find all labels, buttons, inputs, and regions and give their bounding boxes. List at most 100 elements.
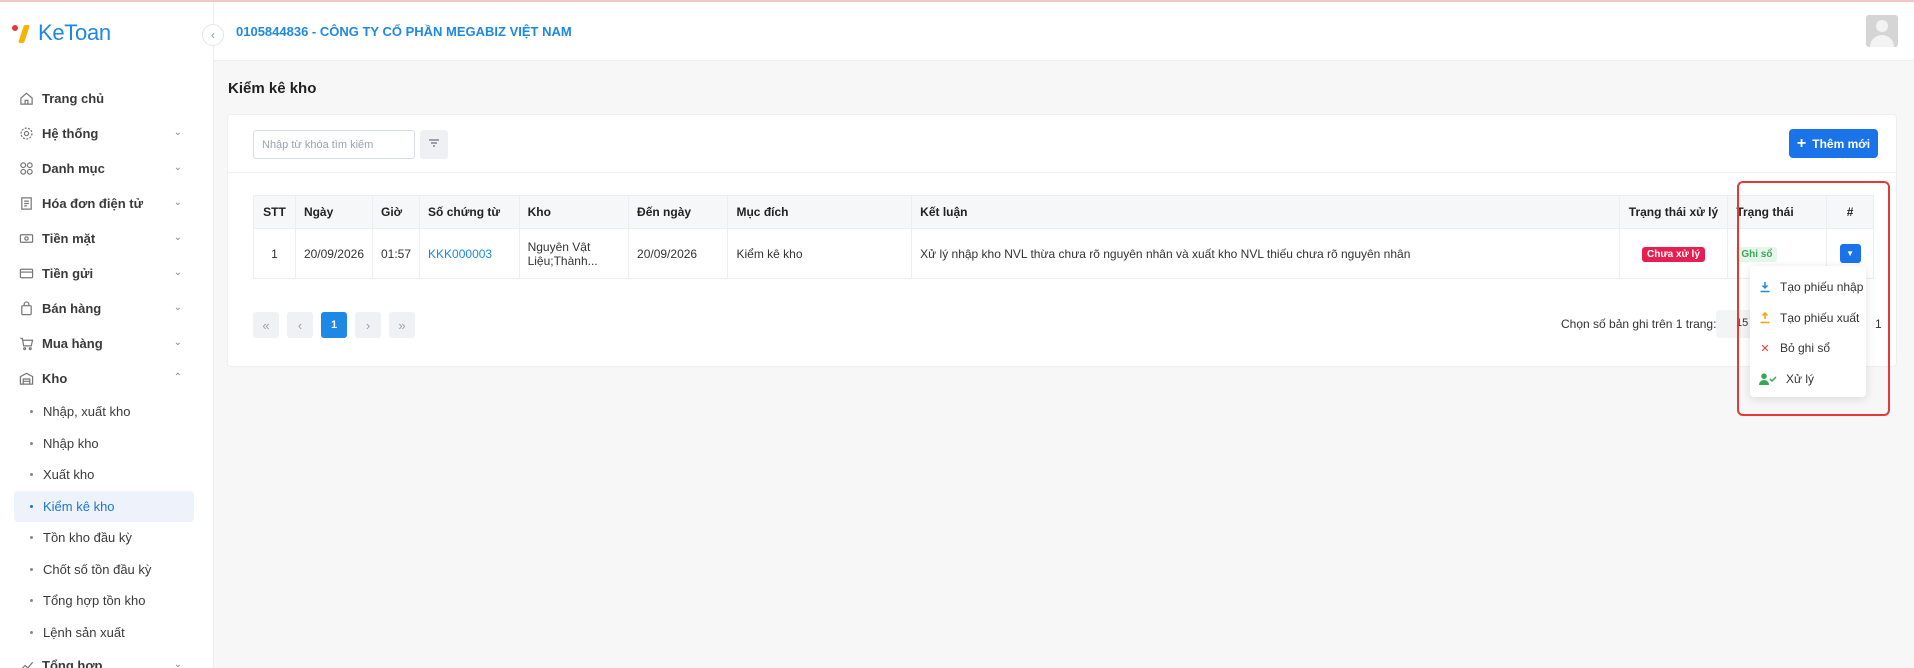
sidebar-subitem-label: Lệnh sản xuất: [43, 624, 125, 640]
col-header-gio[interactable]: Giờ: [371, 195, 421, 229]
status-badge-unprocessed: Chưa xử lý: [1642, 246, 1705, 262]
cell-trang-thai-xu-ly: Chưa xử lý: [1618, 228, 1729, 279]
sidebar-subitem-label: Tổng hợp tồn kho: [43, 593, 146, 609]
document-number-link[interactable]: KKK000003: [428, 247, 492, 261]
sidebar-item-trang-chu[interactable]: Trang chủ: [0, 81, 214, 116]
sidebar-item-tien-gui[interactable]: Tiền gửi ⌄: [0, 256, 214, 291]
first-page-button[interactable]: «: [253, 312, 279, 338]
sidebar-subitem-label: Tồn kho đầu kỳ: [43, 530, 132, 546]
user-check-icon: [1758, 372, 1778, 386]
per-page-label: Chọn số bản ghi trên 1 trang:: [1561, 317, 1717, 331]
chevron-left-icon: ‹: [297, 317, 303, 333]
sidebar-item-label: Danh mục: [42, 161, 105, 176]
col-header-trang-thai[interactable]: Trạng thái: [1727, 195, 1828, 229]
menu-item-tao-phieu-xuat[interactable]: Tạo phiếu xuất: [1750, 303, 1866, 334]
sidebar-subitem-label: Nhập kho: [43, 435, 99, 451]
table-header-row: STT Ngày Giờ Số chứng từ Kho Đến ngày Mụ…: [253, 195, 1874, 229]
chevron-down-icon: ⌄: [173, 337, 182, 348]
col-header-den-ngay[interactable]: Đến ngày: [628, 195, 729, 229]
sidebar-item-hoa-don[interactable]: Hóa đơn điện tử ⌄: [0, 186, 214, 221]
gear-icon: [18, 126, 34, 142]
search-input[interactable]: [253, 130, 415, 159]
next-page-button[interactable]: ›: [355, 312, 381, 338]
sidebar-item-kho[interactable]: Kho ⌃: [0, 361, 214, 396]
sidebar-item-label: Tiền mặt: [42, 231, 96, 246]
filter-button[interactable]: [420, 130, 448, 159]
upload-icon: [1758, 311, 1772, 325]
company-name[interactable]: 0105844836 - CÔNG TY CỔ PHẦN MEGABIZ VIỆ…: [236, 24, 572, 39]
sidebar-item-label: Tiền gửi: [42, 266, 94, 281]
sidebar-item-tien-mat[interactable]: Tiền mặt ⌄: [0, 221, 214, 256]
menu-item-bo-ghi-so[interactable]: ✕ Bỏ ghi sổ: [1750, 333, 1866, 364]
col-header-muc-dich[interactable]: Mục đích: [727, 195, 913, 229]
cell-muc-dich: Kiểm kê kho: [727, 228, 913, 279]
cell-stt: 1: [253, 228, 296, 279]
sidebar-subitem-nhap-kho[interactable]: Nhập kho: [0, 428, 214, 460]
cash-icon: [18, 231, 34, 247]
menu-item-xu-ly[interactable]: Xử lý: [1750, 364, 1866, 395]
logo-text: KeToan: [38, 20, 111, 45]
sidebar-nav: Trang chủ Hệ thống ⌄ Danh mục ⌄ Hóa đơn …: [0, 81, 214, 668]
sidebar-item-label: Tổng hợp: [42, 658, 103, 668]
chevron-down-icon: ⌄: [173, 659, 182, 668]
sidebar-subitem-label: Xuất kho: [43, 467, 95, 483]
sidebar-item-mua-hang[interactable]: Mua hàng ⌄: [0, 326, 214, 361]
col-header-ket-luan[interactable]: Kết luận: [911, 195, 1620, 229]
sidebar-collapse-button[interactable]: ‹: [202, 24, 224, 46]
inventory-check-table: STT Ngày Giờ Số chứng từ Kho Đến ngày Mụ…: [253, 195, 1874, 279]
sidebar-subitem-lenh-san-xuat[interactable]: Lệnh sản xuất: [0, 617, 214, 649]
sidebar-item-ban-hang[interactable]: Bán hàng ⌄: [0, 291, 214, 326]
double-chevron-left-icon: «: [262, 317, 270, 333]
sidebar-subitem-ton-kho-dau-ky[interactable]: Tồn kho đầu kỳ: [0, 522, 214, 554]
sidebar-subitem-chot-so-ton[interactable]: Chốt số tồn đầu kỳ: [0, 554, 214, 586]
grid-icon: [18, 161, 34, 177]
menu-item-label: Xử lý: [1786, 371, 1815, 386]
sidebar-subitem-tong-hop-ton-kho[interactable]: Tổng hợp tồn kho: [0, 585, 214, 617]
cell-gio: 01:57: [371, 228, 421, 279]
cell-kho-line2: Liệu;Thành...: [527, 253, 598, 268]
last-page-button[interactable]: »: [389, 312, 415, 338]
download-icon: [1758, 280, 1772, 294]
sidebar-item-label: Trang chủ: [42, 91, 105, 106]
row-actions-dropdown-button[interactable]: ▼: [1839, 244, 1861, 263]
menu-item-tao-phieu-nhap[interactable]: Tạo phiếu nhập: [1750, 272, 1866, 303]
plus-icon: +: [1796, 134, 1807, 152]
sidebar-item-label: Hóa đơn điện tử: [42, 196, 143, 211]
chevron-left-icon: ‹: [211, 28, 215, 42]
bank-card-icon: [18, 266, 34, 282]
col-header-actions: #: [1826, 195, 1874, 229]
add-new-label: Thêm mới: [1812, 136, 1871, 151]
chevron-down-icon: ⌄: [173, 267, 182, 278]
sidebar-subitem-label: Kiểm kê kho: [43, 498, 115, 514]
filter-icon: [428, 137, 440, 152]
cell-kho: Nguyên Vật Liệu;Thành...: [518, 228, 630, 279]
col-header-stt[interactable]: STT: [253, 195, 296, 229]
sidebar-item-he-thong[interactable]: Hệ thống ⌄: [0, 116, 214, 151]
total-records: 1: [1875, 317, 1882, 331]
col-header-kho[interactable]: Kho: [518, 195, 630, 229]
warehouse-icon: [18, 371, 34, 387]
sidebar-subitem-xuat-kho[interactable]: Xuất kho: [0, 459, 214, 491]
avatar[interactable]: [1866, 15, 1898, 47]
sidebar-item-label: Mua hàng: [42, 336, 103, 351]
chevron-up-icon: ⌃: [173, 372, 182, 383]
pagination: « ‹ 1 › »: [253, 312, 415, 338]
sidebar-subitem-label: Nhập, xuất kho: [43, 404, 131, 420]
col-header-ngay[interactable]: Ngày: [294, 195, 374, 229]
sidebar-subitem-nhap-xuat-kho[interactable]: Nhập, xuất kho: [0, 396, 214, 428]
menu-item-label: Bỏ ghi sổ: [1780, 341, 1831, 356]
sidebar-subitem-kiem-ke-kho[interactable]: Kiểm kê kho: [14, 490, 194, 522]
sidebar-item-label: Kho: [42, 371, 68, 386]
shopping-bag-icon: [18, 301, 34, 317]
add-new-button[interactable]: + Thêm mới: [1789, 129, 1878, 158]
col-header-trang-thai-xu-ly[interactable]: Trạng thái xử lý: [1618, 195, 1729, 229]
sidebar-item-danh-muc[interactable]: Danh mục ⌄: [0, 151, 214, 186]
app-logo[interactable]: KeToan: [12, 20, 111, 46]
prev-page-button[interactable]: ‹: [287, 312, 313, 338]
table-row[interactable]: 1 20/09/2026 01:57 KKK000003 Nguyên Vật L…: [253, 228, 1874, 279]
page-button-current[interactable]: 1: [321, 312, 347, 338]
col-header-so-chung-tu[interactable]: Số chứng từ: [419, 195, 520, 229]
caret-down-icon: ▼: [1846, 249, 1855, 258]
status-badge-posted: Ghi sổ: [1736, 246, 1778, 262]
sidebar-item-tong-hop[interactable]: Tổng hợp ⌄: [0, 648, 214, 668]
